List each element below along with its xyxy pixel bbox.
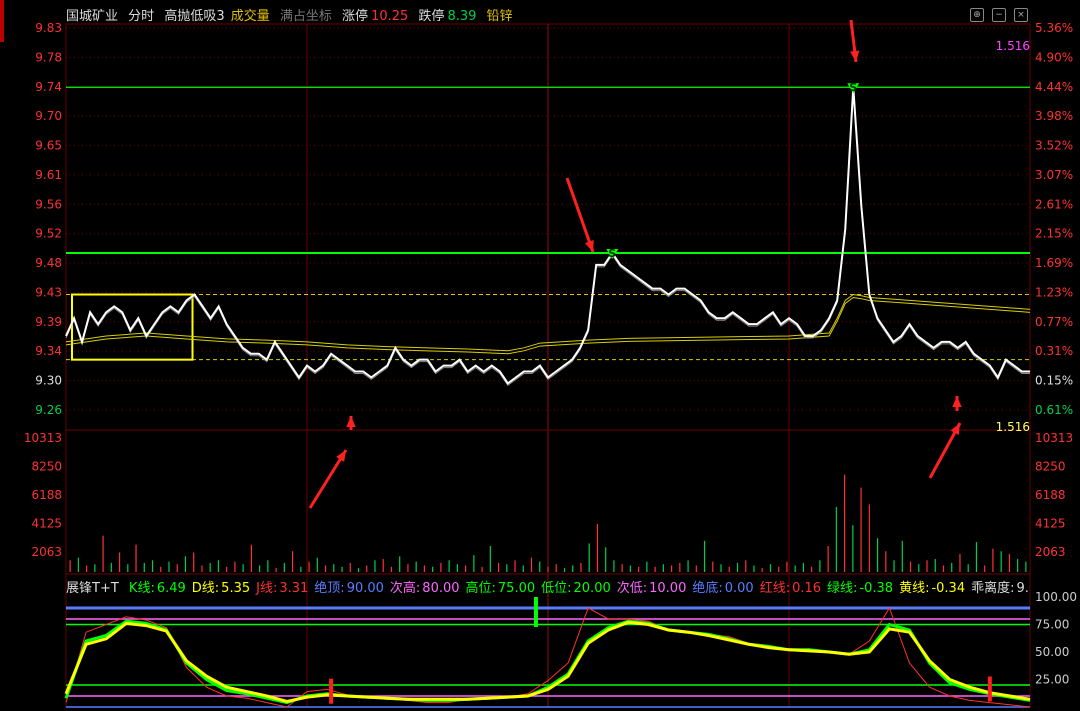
- y-tick-label-right: 1.69%: [1035, 256, 1073, 270]
- y-tick-label: 9.61: [35, 168, 62, 182]
- y-tick-label: 9.52: [35, 227, 62, 241]
- y-tick-label-right: 4.44%: [1035, 80, 1073, 94]
- indicator-item-value: 90.00: [346, 581, 384, 596]
- volume-tick-label: 10313: [24, 431, 62, 445]
- y-tick-label-right: 3.98%: [1035, 109, 1073, 123]
- indicator-tick-label: 100.00: [1035, 590, 1077, 604]
- volume-tick-label-right: 10313: [1035, 431, 1073, 445]
- y-tick-label: 9.48: [35, 256, 62, 270]
- indicator-marker: [987, 676, 992, 702]
- indicator-item-label: 绝顶:: [314, 581, 345, 596]
- indicator-item-value: -0.34: [931, 581, 966, 596]
- y-tick-label: 9.65: [35, 139, 62, 153]
- indicator-item-label: K线:: [128, 581, 155, 596]
- signal-marker-label: S: [608, 247, 616, 260]
- indicator-item-value: 0.16: [792, 581, 822, 596]
- indicator-item-label: 黄线:: [899, 581, 930, 596]
- indicator-item-value: 3.31: [279, 581, 309, 596]
- indicator-item-value: 75.00: [497, 581, 536, 596]
- y-tick-label: 9.78: [35, 50, 62, 64]
- indicator-item-label: 绿线:: [827, 581, 858, 596]
- y-tick-label: 9.30: [35, 374, 62, 388]
- chart-window: 国城矿业 分时 高抛低吸3 成交量 满占坐标 涨停 10.25 跌停 8.39 铅锌…: [0, 0, 1080, 711]
- indicator-item-value: 9.: [1016, 581, 1029, 596]
- indicator-item-label: 绝底:: [692, 581, 723, 596]
- indicator-item-label: 次低:: [616, 581, 648, 596]
- y-tick-label-right: 2.61%: [1035, 197, 1073, 211]
- indicator-item-label: 低位:: [541, 581, 572, 596]
- indicator-tick-label: 25.00: [1035, 673, 1069, 687]
- indicator-bar: 展锋T+T K线: 6.49 D线: 5.35 J线: 3.31 绝顶: 90.00 次高: 80…: [66, 577, 1035, 596]
- indicator-marker: [329, 678, 334, 704]
- y-tick-label-right: 0.15%: [1035, 374, 1073, 388]
- y-tick-label: 9.34: [35, 344, 62, 358]
- y-tick-label: 9.70: [35, 109, 62, 123]
- indicator-item-value: 5.35: [221, 581, 251, 596]
- indicator-item-label: 乖离度:: [971, 581, 1015, 596]
- y-tick-label-right: 3.07%: [1035, 168, 1073, 182]
- volume-tick-label: 6188: [31, 488, 62, 502]
- arrow-small-2-head: [952, 396, 962, 408]
- arrow-to-s1-head: [584, 240, 594, 252]
- indicator-item-label: D线:: [191, 581, 220, 596]
- price-value-label: 1.516: [996, 39, 1030, 53]
- arrow-to-s1: [565, 177, 595, 253]
- volume-tick-label-right: 6188: [1035, 488, 1066, 502]
- indicator-item-value: 20.00: [573, 581, 611, 596]
- indicator-name: 展锋T+T: [66, 581, 119, 596]
- volume-tick-label-right: 2063: [1035, 545, 1066, 559]
- y-tick-label-right: 1.23%: [1035, 285, 1073, 299]
- volume-tick-label-right: 8250: [1035, 460, 1066, 474]
- y-tick-label-right: 0.77%: [1035, 315, 1073, 329]
- volume-tick-label: 2063: [31, 545, 62, 559]
- y-tick-label-right: 3.52%: [1035, 139, 1073, 153]
- y-tick-label: 9.43: [35, 285, 62, 299]
- arrow-small-1-head: [346, 416, 356, 428]
- y-tick-label-right: 2.15%: [1035, 227, 1073, 241]
- y-tick-label: 9.74: [35, 80, 62, 94]
- volume-tick-label: 4125: [31, 517, 62, 531]
- volume-tick-label: 8250: [31, 460, 62, 474]
- indicator-item-label: 次高:: [389, 581, 421, 596]
- volume-tick-label-right: 4125: [1035, 517, 1066, 531]
- indicator-item-value: 80.00: [422, 581, 460, 596]
- signal-marker-label: S: [849, 81, 857, 94]
- indicator-item-value: 0.00: [724, 581, 754, 596]
- indicator-tick-label: 50.00: [1035, 645, 1069, 659]
- y-tick-label-right: 0.61%: [1035, 403, 1073, 417]
- indicator-item-value: -0.38: [859, 581, 894, 596]
- y-tick-label-right: 0.31%: [1035, 344, 1073, 358]
- y-tick-label: 9.26: [35, 403, 62, 417]
- indicator-tick-label: 75.00: [1035, 618, 1069, 632]
- indicator-item-label: 高位:: [465, 581, 496, 596]
- indicator-item-label: 红线:: [759, 581, 791, 596]
- y-tick-label-right: 5.36%: [1035, 21, 1073, 35]
- chart-canvas: 9.83 5.36% 9.78 4.90% 9.74 4.44% 9.70 3.98% 9.65…: [24, 19, 1077, 708]
- y-tick-label: 9.39: [35, 315, 62, 329]
- indicator-marker: [533, 597, 538, 627]
- y-tick-label-right: 4.90%: [1035, 50, 1073, 64]
- volume-value-label: 1.516: [996, 420, 1030, 434]
- y-tick-label: 9.56: [35, 197, 62, 211]
- indicator-item-label: J线:: [256, 581, 278, 596]
- y-tick-label: 9.83: [35, 21, 62, 35]
- indicator-item-value: 6.49: [156, 581, 186, 596]
- indicator-item-value: 10.00: [649, 581, 687, 596]
